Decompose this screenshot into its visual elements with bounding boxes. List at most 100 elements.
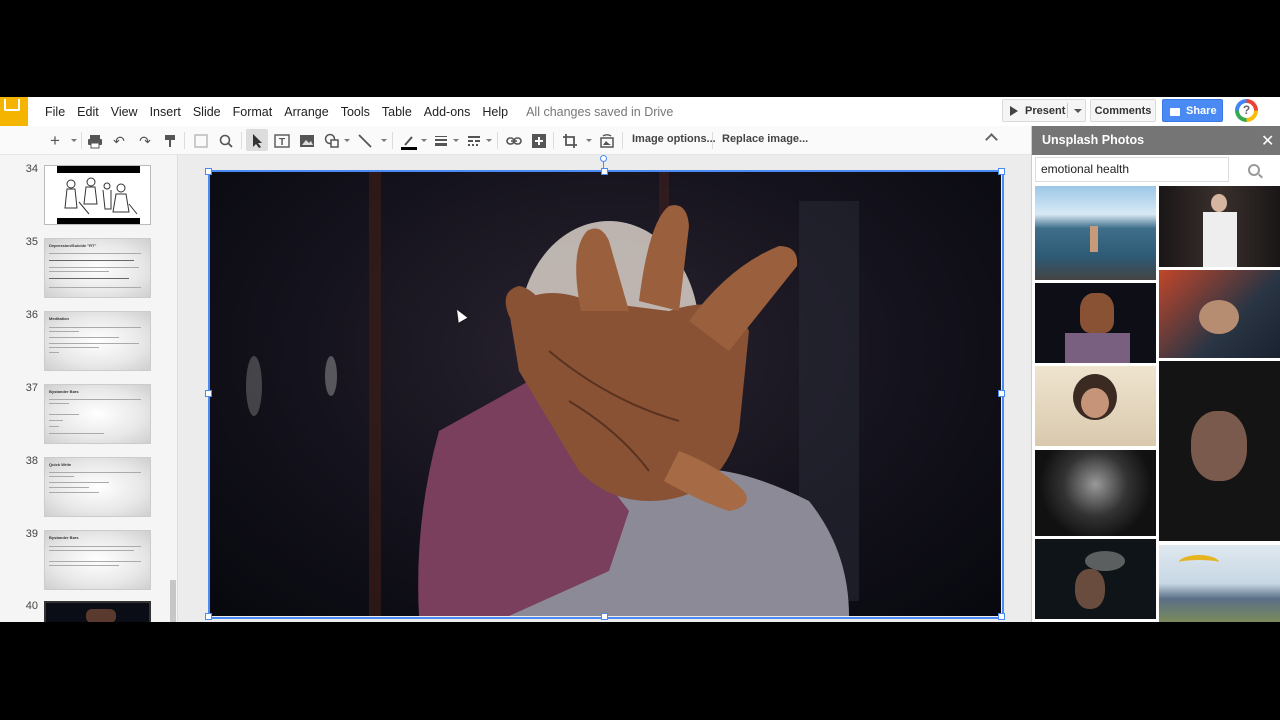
slide-thumbnail-37[interactable]: Bystander Bars — [44, 384, 151, 444]
menu-slide[interactable]: Slide — [193, 105, 221, 119]
slide-filmstrip[interactable]: 34 35 Depression/Suicide "RT" 36 Meditat… — [0, 155, 178, 622]
menu-view[interactable]: View — [111, 105, 138, 119]
resize-handle[interactable] — [601, 613, 608, 620]
slide-number: 36 — [25, 309, 38, 321]
redo-icon[interactable]: ↷ — [137, 133, 153, 149]
slide-thumbnail-36[interactable]: Meditation — [44, 311, 151, 371]
slide-title: Meditation — [49, 316, 69, 321]
help-label: ? — [1239, 103, 1254, 118]
slides-logo-icon[interactable] — [0, 97, 28, 126]
slide-title: Bystander Bars — [49, 535, 79, 540]
filmstrip-scrollbar[interactable] — [170, 580, 176, 622]
undo-icon[interactable]: ↶ — [111, 133, 127, 149]
border-color-icon[interactable] — [400, 133, 417, 150]
resize-handle[interactable] — [205, 390, 212, 397]
chevron-down-icon[interactable] — [381, 139, 387, 142]
chevron-down-icon[interactable] — [71, 139, 77, 142]
menu-file[interactable]: File — [45, 105, 65, 119]
save-status[interactable]: All changes saved in Drive — [526, 105, 673, 119]
border-dash-icon[interactable] — [466, 133, 482, 149]
paraglider-photo[interactable] — [1159, 545, 1280, 622]
slides-app: File Edit View Insert Slide Format Arran… — [0, 97, 1280, 622]
comment-add-icon[interactable] — [531, 133, 547, 149]
unsplash-panel: Unsplash Photos ✕ emotional health — [1031, 126, 1280, 622]
slide-number: 39 — [25, 528, 38, 540]
slide-canvas[interactable] — [178, 155, 1031, 622]
paint-format-icon[interactable] — [162, 133, 178, 149]
slide-thumbnail-40[interactable] — [44, 601, 151, 622]
play-icon — [1010, 105, 1018, 116]
man-on-boat-photo[interactable] — [1035, 186, 1156, 280]
chevron-up-icon[interactable] — [985, 133, 998, 146]
chevron-down-icon[interactable] — [486, 139, 492, 142]
print-icon[interactable] — [87, 133, 103, 149]
slide-number: 37 — [25, 382, 38, 394]
resize-handle[interactable] — [601, 168, 608, 175]
slide-number: 38 — [25, 455, 38, 467]
resize-handle[interactable] — [998, 613, 1005, 620]
share-button[interactable]: Share — [1162, 99, 1223, 122]
hands-covering-face-photo[interactable] — [1159, 361, 1280, 541]
woman-dark-portrait-photo[interactable] — [1035, 450, 1156, 536]
svg-text:T: T — [279, 137, 285, 148]
chevron-down-icon[interactable] — [344, 139, 350, 142]
link-icon[interactable] — [506, 133, 522, 149]
slide-thumbnail-34[interactable] — [44, 165, 151, 225]
reset-image-icon[interactable] — [599, 133, 615, 149]
slide-title: Depression/Suicide "RT" — [49, 243, 97, 248]
rotate-handle[interactable] — [600, 155, 607, 162]
menu-insert[interactable]: Insert — [150, 105, 181, 119]
chevron-down-icon[interactable] — [453, 139, 459, 142]
menu-tools[interactable]: Tools — [341, 105, 370, 119]
replace-image-button[interactable]: Replace image... — [722, 133, 808, 145]
close-icon[interactable]: ✕ — [1261, 131, 1274, 151]
image-icon[interactable] — [299, 133, 315, 149]
help-icon[interactable]: ? — [1235, 99, 1258, 122]
new-slide-icon[interactable]: + — [47, 132, 63, 149]
crop-icon[interactable] — [562, 133, 578, 149]
chevron-down-icon[interactable] — [1074, 109, 1082, 113]
panel-title: Unsplash Photos — [1042, 133, 1145, 147]
woman-car-seat-photo[interactable] — [1159, 270, 1280, 358]
menu-bar: File Edit View Insert Slide Format Arran… — [45, 101, 673, 123]
present-button[interactable]: Present — [1002, 99, 1086, 122]
menu-table[interactable]: Table — [382, 105, 412, 119]
border-weight-icon[interactable] — [433, 133, 449, 149]
man-smoking-photo[interactable] — [1035, 539, 1156, 619]
photo-search-input[interactable]: emotional health — [1035, 157, 1229, 182]
menu-format[interactable]: Format — [233, 105, 273, 119]
image-options-button[interactable]: Image options... — [632, 133, 716, 145]
slide-thumbnail-38[interactable]: Quick Write — [44, 457, 151, 517]
slide-number: 35 — [25, 236, 38, 248]
resize-handle[interactable] — [205, 613, 212, 620]
select-icon[interactable] — [249, 133, 265, 149]
search-icon[interactable] — [1248, 164, 1260, 176]
textbox-icon[interactable]: T — [274, 133, 290, 149]
slide-thumbnail-39[interactable]: Bystander Bars — [44, 530, 151, 590]
chevron-down-icon[interactable] — [586, 139, 592, 142]
resize-handle[interactable] — [998, 168, 1005, 175]
woman-white-jacket-photo[interactable] — [1159, 186, 1280, 267]
resize-handle[interactable] — [205, 168, 212, 175]
line-icon[interactable] — [357, 133, 373, 149]
zoom-fit-icon[interactable] — [193, 133, 209, 149]
present-label: Present — [1025, 104, 1066, 117]
slide-title: Quick Write — [49, 462, 72, 467]
reaching-hand-photo[interactable] — [1035, 283, 1156, 363]
chevron-down-icon[interactable] — [421, 139, 427, 142]
toolbar: + ↶ ↷ T Image options... Replace image..… — [0, 126, 1031, 155]
zoom-icon[interactable] — [218, 133, 234, 149]
menu-help[interactable]: Help — [482, 105, 508, 119]
menu-addons[interactable]: Add-ons — [424, 105, 471, 119]
slide-number: 40 — [25, 600, 38, 612]
comments-button[interactable]: Comments — [1090, 99, 1156, 122]
selection-box — [208, 170, 1004, 619]
slide-number: 34 — [25, 163, 38, 175]
menu-edit[interactable]: Edit — [77, 105, 99, 119]
slide-thumbnail-35[interactable]: Depression/Suicide "RT" — [44, 238, 151, 298]
menu-arrange[interactable]: Arrange — [284, 105, 328, 119]
shape-icon[interactable] — [324, 133, 340, 149]
woman-crying-photo[interactable] — [1035, 366, 1156, 446]
panel-header: Unsplash Photos ✕ — [1032, 126, 1280, 155]
resize-handle[interactable] — [998, 390, 1005, 397]
